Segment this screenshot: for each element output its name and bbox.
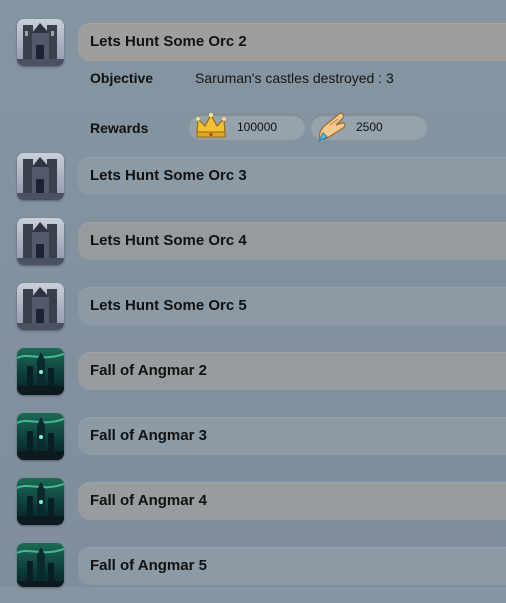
castle-thumbnail-icon xyxy=(17,218,64,265)
angmar-thumbnail-icon xyxy=(17,478,64,525)
quest-title: Lets Hunt Some Orc 3 xyxy=(90,167,247,184)
reward-pill: 100000 xyxy=(188,113,306,140)
quest-header-bar[interactable]: Lets Hunt Some Orc 5 xyxy=(78,287,506,325)
crown-icon xyxy=(194,111,228,144)
castle-thumbnail-icon xyxy=(17,153,64,200)
quest-item[interactable]: Lets Hunt Some Orc 4 xyxy=(0,218,506,278)
quest-item[interactable]: Fall of Angmar 3 xyxy=(0,413,506,473)
quest-header-bar[interactable]: Fall of Angmar 2 xyxy=(78,352,506,390)
quest-item[interactable]: Fall of Angmar 4 xyxy=(0,478,506,538)
angmar-thumbnail-icon xyxy=(17,413,64,460)
reward-value: 2500 xyxy=(356,120,383,134)
quest-header-bar[interactable]: Lets Hunt Some Orc 3 xyxy=(78,157,506,195)
quest-item[interactable]: Fall of Angmar 5 xyxy=(0,543,506,603)
angmar-thumbnail-icon xyxy=(17,348,64,395)
quest-list: Lets Hunt Some Orc 2 Objective Saruman's… xyxy=(0,0,506,587)
castle-thumbnail-icon xyxy=(17,19,64,66)
quest-header-bar[interactable]: Fall of Angmar 4 xyxy=(78,482,506,520)
quest-header-bar[interactable]: Fall of Angmar 3 xyxy=(78,417,506,455)
hand-icon xyxy=(314,111,348,146)
quest-title: Lets Hunt Some Orc 4 xyxy=(90,232,247,249)
reward-pill: 2500 xyxy=(310,112,428,143)
quest-title: Fall of Angmar 5 xyxy=(90,557,207,574)
quest-title: Lets Hunt Some Orc 2 xyxy=(90,33,247,50)
quest-item[interactable]: Lets Hunt Some Orc 3 xyxy=(0,153,506,213)
quest-header-bar[interactable]: Lets Hunt Some Orc 4 xyxy=(78,222,506,260)
quest-item[interactable]: Fall of Angmar 2 xyxy=(0,348,506,408)
quest-header-bar[interactable]: Fall of Angmar 5 xyxy=(78,547,506,585)
objective-label: Objective xyxy=(90,70,154,86)
quest-item[interactable]: Lets Hunt Some Orc 5 xyxy=(0,283,506,343)
quest-title: Fall of Angmar 2 xyxy=(90,362,207,379)
objective-value: Saruman's castles destroyed : 3 xyxy=(195,70,394,86)
castle-thumbnail-icon xyxy=(17,283,64,330)
rewards-row: Rewards 100000 2500 xyxy=(0,112,506,143)
rewards-label: Rewards xyxy=(90,120,149,136)
angmar-thumbnail-icon xyxy=(17,543,64,587)
reward-value: 100000 xyxy=(237,120,278,134)
quest-title: Lets Hunt Some Orc 5 xyxy=(90,297,247,314)
quest-header-bar[interactable]: Lets Hunt Some Orc 2 xyxy=(78,23,506,61)
quest-title: Fall of Angmar 3 xyxy=(90,427,207,444)
quest-title: Fall of Angmar 4 xyxy=(90,492,207,509)
